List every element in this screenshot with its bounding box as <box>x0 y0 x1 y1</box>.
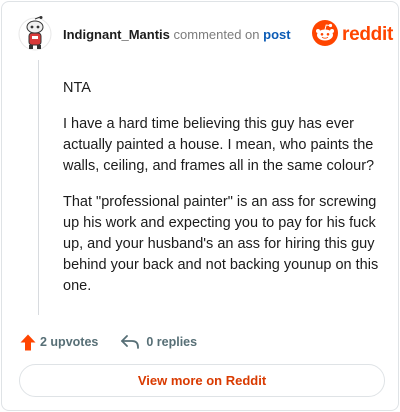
reddit-logo[interactable]: reddit <box>312 19 393 51</box>
comment-body: NTA I have a hard time believing this gu… <box>63 78 383 312</box>
replies-button[interactable]: 0 replies <box>120 334 197 350</box>
upvote-count: 2 upvotes <box>40 335 99 349</box>
comment-actions: 2 upvotes 0 replies <box>20 333 197 351</box>
thread-line[interactable] <box>38 60 39 315</box>
comment-paragraph: I have a hard time believing this guy ha… <box>63 116 375 174</box>
reply-count: 0 replies <box>146 335 198 349</box>
comment-header: Indignant_Mantis commented on post <box>63 28 291 42</box>
upvote-button[interactable]: 2 upvotes <box>20 334 98 351</box>
reply-arrow-icon <box>120 334 140 350</box>
comment-paragraph: That "professional painter" is an ass fo… <box>63 194 379 294</box>
upvote-arrow-icon <box>20 334 36 351</box>
commented-on-text: commented on <box>173 27 260 42</box>
comment-embed-card: Indignant_Mantis commented on post reddi… <box>1 1 399 411</box>
view-more-button[interactable]: View more on Reddit <box>19 364 385 397</box>
reddit-snoo-icon <box>312 19 338 51</box>
comment-paragraph: NTA <box>63 80 91 96</box>
username-link[interactable]: Indignant_Mantis <box>63 27 170 42</box>
reddit-wordmark: reddit <box>342 24 393 45</box>
snoo-avatar-icon[interactable] <box>18 16 52 52</box>
post-link[interactable]: post <box>263 27 290 42</box>
